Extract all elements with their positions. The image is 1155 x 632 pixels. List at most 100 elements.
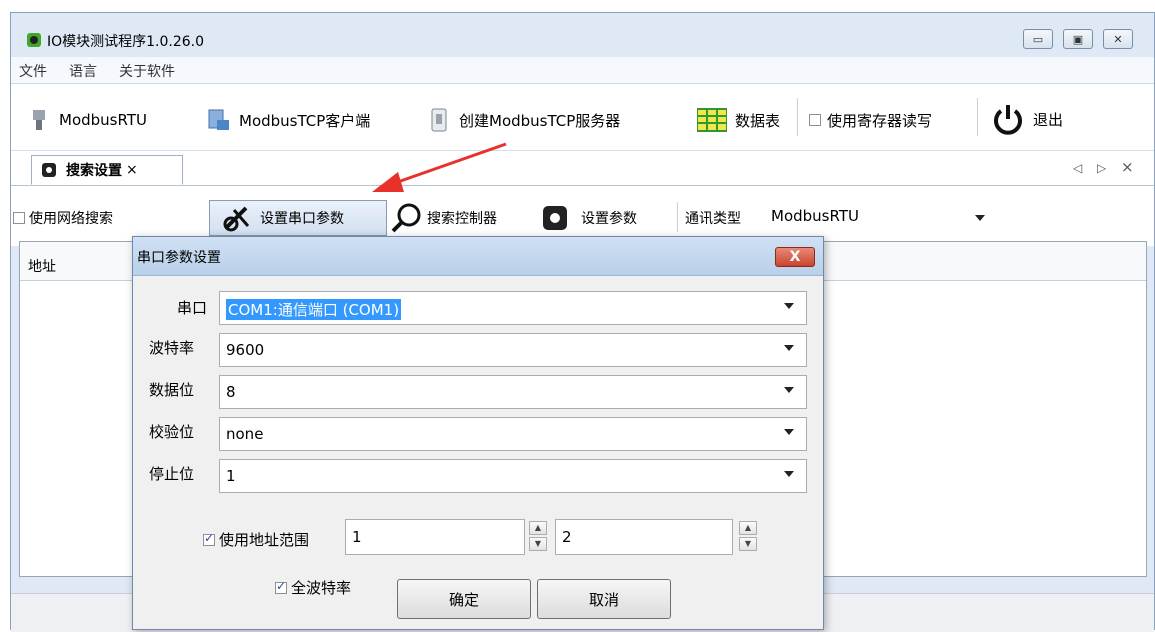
ok-button[interactable]: 确定 [397,579,531,619]
range-from-stepper[interactable]: ▲ ▼ [529,521,549,553]
modbus-tcp-client-label: ModbusTCP客户端 [239,111,371,130]
annotation-arrow [372,142,507,192]
tab-close-all-icon[interactable]: × [1121,158,1134,176]
set-params-button[interactable]: 设置参数 [543,200,637,236]
exit-label: 退出 [1033,110,1064,129]
all-baud-label: 全波特率 [291,579,352,597]
checkbox-icon [809,114,821,126]
close-window-button[interactable]: ✕ [1103,29,1133,49]
checkbox-checked-icon [275,579,287,594]
range-from-value: 1 [352,528,362,546]
modbus-rtu-button[interactable]: ModbusRTU [27,107,147,133]
tab-close-icon[interactable]: × [126,162,138,178]
data-table-label: 数据表 [735,111,781,130]
port-value: COM1:通信端口 (COM1) [226,299,402,320]
baud-value: 9600 [226,341,265,359]
settings-icon [543,206,567,230]
use-register-label: 使用寄存器读写 [827,111,933,130]
dialog-title: 串口参数设置 [137,250,221,266]
tools-icon [222,204,252,232]
network-client-icon [207,108,231,132]
databits-label: 数据位 [149,381,195,399]
menu-bar: 文件 语言 关于软件 [11,57,1154,84]
range-from-input[interactable]: 1 [345,519,525,555]
stopbits-label: 停止位 [149,465,195,483]
app-icon [27,33,41,47]
range-to-input[interactable]: 2 [555,519,733,555]
cancel-button[interactable]: 取消 [537,579,671,619]
arrow-down-icon[interactable]: ▼ [529,537,547,551]
chevron-down-icon [784,471,794,477]
comm-type-select[interactable]: ModbusRTU [765,199,997,235]
ok-label: 确定 [448,590,479,609]
server-icon [427,108,451,132]
magnifier-icon [389,201,423,235]
arrow-down-icon[interactable]: ▼ [739,537,757,551]
use-range-label: 使用地址范围 [219,531,310,549]
cancel-label: 取消 [588,590,619,609]
range-to-stepper[interactable]: ▲ ▼ [739,521,759,553]
use-range-checkbox[interactable]: 使用地址范围 [203,529,309,550]
checkbox-checked-icon [203,531,215,546]
tab-search-settings[interactable]: 搜索设置 × [31,155,183,185]
set-params-label: 设置参数 [581,211,637,227]
parity-select[interactable]: none [219,417,807,451]
network-search-label: 使用网络搜索 [29,211,113,227]
tab-scroll-left-icon[interactable]: ◁ [1073,161,1082,175]
plug-icon [27,108,51,132]
all-baud-checkbox[interactable]: 全波特率 [275,577,351,598]
minimize-button[interactable]: ▭ [1023,29,1053,49]
menu-language[interactable]: 语言 [69,61,97,81]
arrow-up-icon[interactable]: ▲ [739,521,757,535]
data-table-button[interactable]: 数据表 [696,107,781,133]
menu-about[interactable]: 关于软件 [119,61,175,81]
maximize-button[interactable]: ▣ [1063,29,1093,49]
close-icon: X [789,249,801,265]
stopbits-value: 1 [226,467,236,485]
dialog-close-button[interactable]: X [775,247,815,267]
chevron-down-icon [784,303,794,309]
column-address: 地址 [28,259,56,275]
modbus-rtu-label: ModbusRTU [59,111,147,129]
databits-value: 8 [226,383,236,401]
checkbox-icon [13,212,25,224]
search-controller-button[interactable]: 搜索控制器 [389,200,497,236]
chevron-down-icon [784,345,794,351]
chevron-down-icon [784,387,794,393]
toolbar: ModbusRTU ModbusTCP客户端 创建ModbusTCP服务器 数据… [11,84,1154,151]
tab-scroll-right-icon[interactable]: ▷ [1097,161,1106,175]
comm-type-label: 通讯类型 [685,211,741,227]
tab-bar: 搜索设置 × ◁ ▷ × [11,151,1154,186]
comm-type-value: ModbusRTU [771,207,859,225]
tab-label: 搜索设置 [66,163,122,179]
gear-icon [42,163,56,177]
stopbits-select[interactable]: 1 [219,459,807,493]
arrow-up-icon[interactable]: ▲ [529,521,547,535]
create-tcp-server-label: 创建ModbusTCP服务器 [459,111,621,130]
port-label: 串口 [177,299,208,317]
exit-button[interactable]: 退出 [991,102,1063,136]
title-bar: IO模块测试程序1.0.26.0 ▭ ▣ ✕ [11,13,1154,61]
dialog-title-bar: 串口参数设置 X [133,237,823,276]
table-icon [696,108,728,132]
baud-label: 波特率 [149,339,195,357]
set-serial-label: 设置串口参数 [260,211,344,227]
toolbar-separator [797,98,798,136]
toolbar-separator [677,202,678,232]
window-title: IO模块测试程序1.0.26.0 [47,34,205,50]
menu-file[interactable]: 文件 [19,61,47,81]
databits-select[interactable]: 8 [219,375,807,409]
chevron-down-icon [784,429,794,435]
power-icon [991,102,1025,136]
port-select[interactable]: COM1:通信端口 (COM1) [219,291,807,325]
modbus-tcp-client-button[interactable]: ModbusTCP客户端 [207,107,370,133]
network-search-checkbox[interactable]: 使用网络搜索 [13,208,113,228]
chevron-down-icon [975,215,985,221]
serial-settings-dialog: 串口参数设置 X 串口 COM1:通信端口 (COM1) 波特率 9600 数据… [132,236,824,630]
set-serial-button[interactable]: 设置串口参数 [209,200,387,236]
range-to-value: 2 [562,528,572,546]
baud-select[interactable]: 9600 [219,333,807,367]
use-register-checkbox[interactable]: 使用寄存器读写 [809,107,932,133]
create-tcp-server-button[interactable]: 创建ModbusTCP服务器 [427,107,620,133]
toolbar-separator [977,98,978,136]
